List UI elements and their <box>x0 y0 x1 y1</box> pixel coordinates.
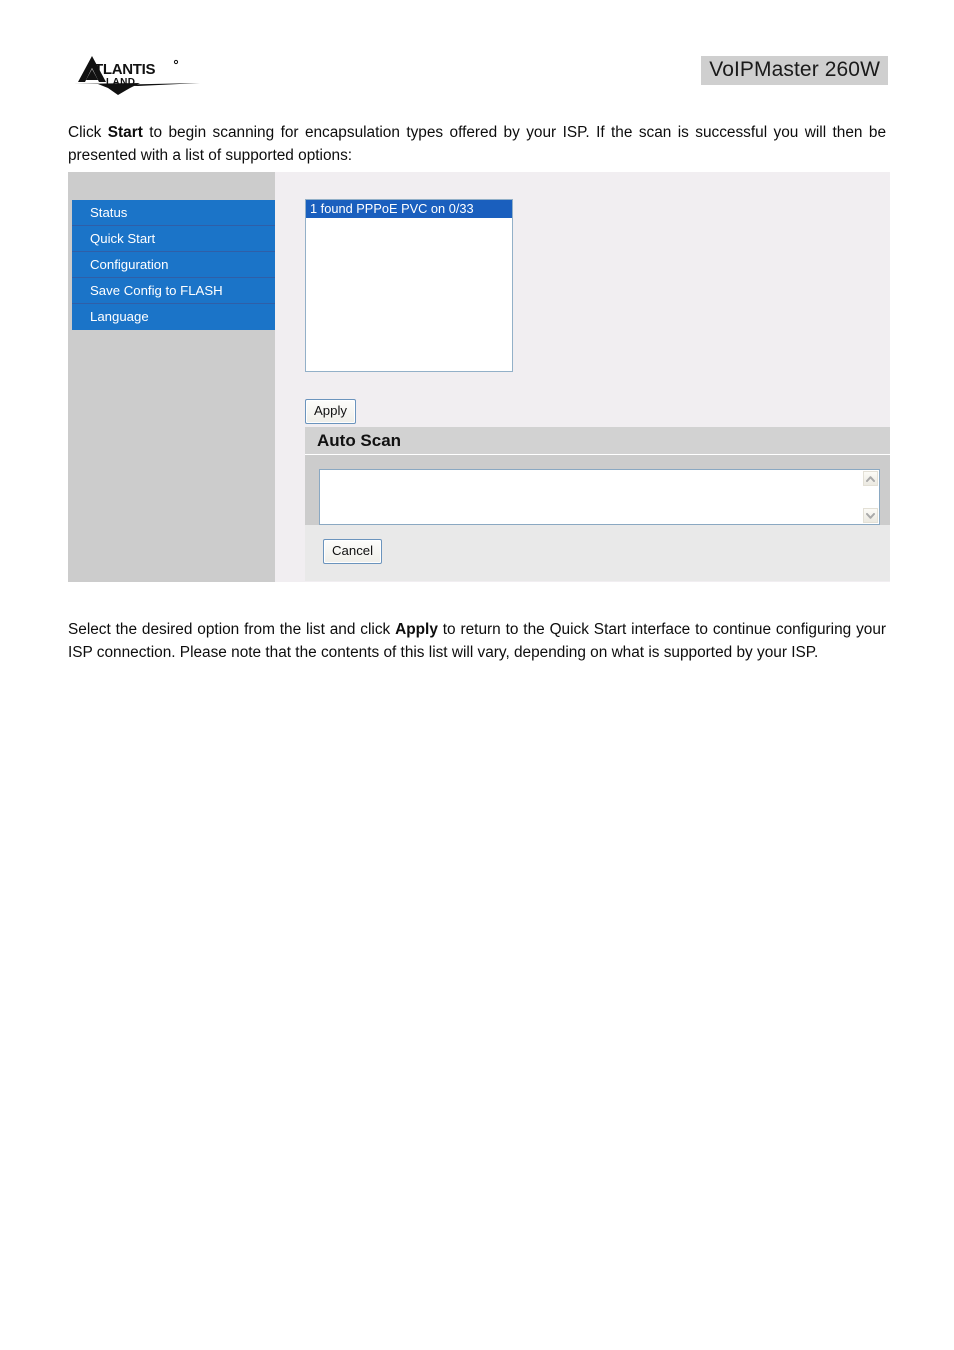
sidebar-item-configuration[interactable]: Configuration <box>72 252 275 278</box>
apply-button[interactable]: Apply <box>305 399 356 424</box>
intro-text-before: Click <box>68 124 108 142</box>
device-model-title: VoIPMaster 260W <box>701 56 888 85</box>
chevron-up-icon <box>866 475 875 482</box>
scan-results-listbox[interactable]: 1 found PPPoE PVC on 0/33 <box>305 199 513 372</box>
atlantis-land-logo: TLANTIS LAND <box>72 52 202 96</box>
sidebar-item-language[interactable]: Language <box>72 304 275 330</box>
outro-text-before: Select the desired option from the list … <box>68 621 396 639</box>
intro-paragraph: Click Start to begin scanning for encaps… <box>68 122 886 167</box>
auto-scan-log-value <box>320 470 879 476</box>
intro-text-after: to begin scanning for encapsulation type… <box>68 124 887 164</box>
scroll-down-icon[interactable] <box>863 508 878 523</box>
auto-scan-scrollbar[interactable] <box>861 470 879 524</box>
router-web-ui-screenshot: Status Quick Start Configuration Save Co… <box>68 172 890 582</box>
sidebar-item-status[interactable]: Status <box>72 200 275 226</box>
sidebar-item-save-config-to-flash[interactable]: Save Config to FLASH <box>72 278 275 304</box>
outro-bold-apply: Apply <box>395 621 438 639</box>
auto-scan-footer: Cancel <box>305 525 890 581</box>
chevron-down-icon <box>866 512 875 519</box>
svg-text:TLANTIS: TLANTIS <box>94 61 156 78</box>
router-content-pane: 1 found PPPoE PVC on 0/33 Apply Auto Sca… <box>275 172 890 582</box>
logo-icon: TLANTIS LAND <box>74 56 200 95</box>
scan-result-option-selected[interactable]: 1 found PPPoE PVC on 0/33 <box>306 200 512 218</box>
scroll-up-icon[interactable] <box>863 471 878 486</box>
intro-bold-start: Start <box>107 124 143 142</box>
page-header: TLANTIS LAND VoIPMaster 260W <box>0 0 954 100</box>
outro-paragraph: Select the desired option from the list … <box>68 619 886 664</box>
cancel-button[interactable]: Cancel <box>323 539 383 564</box>
sidebar-menu: Status Quick Start Configuration Save Co… <box>72 200 275 330</box>
auto-scan-body <box>305 455 890 525</box>
sidebar-item-quick-start[interactable]: Quick Start <box>72 226 275 252</box>
auto-scan-heading: Auto Scan <box>305 427 890 455</box>
auto-scan-section: Auto Scan Cancel <box>305 427 890 582</box>
router-sidebar: Status Quick Start Configuration Save Co… <box>68 172 275 582</box>
auto-scan-log-textarea[interactable] <box>319 469 880 525</box>
